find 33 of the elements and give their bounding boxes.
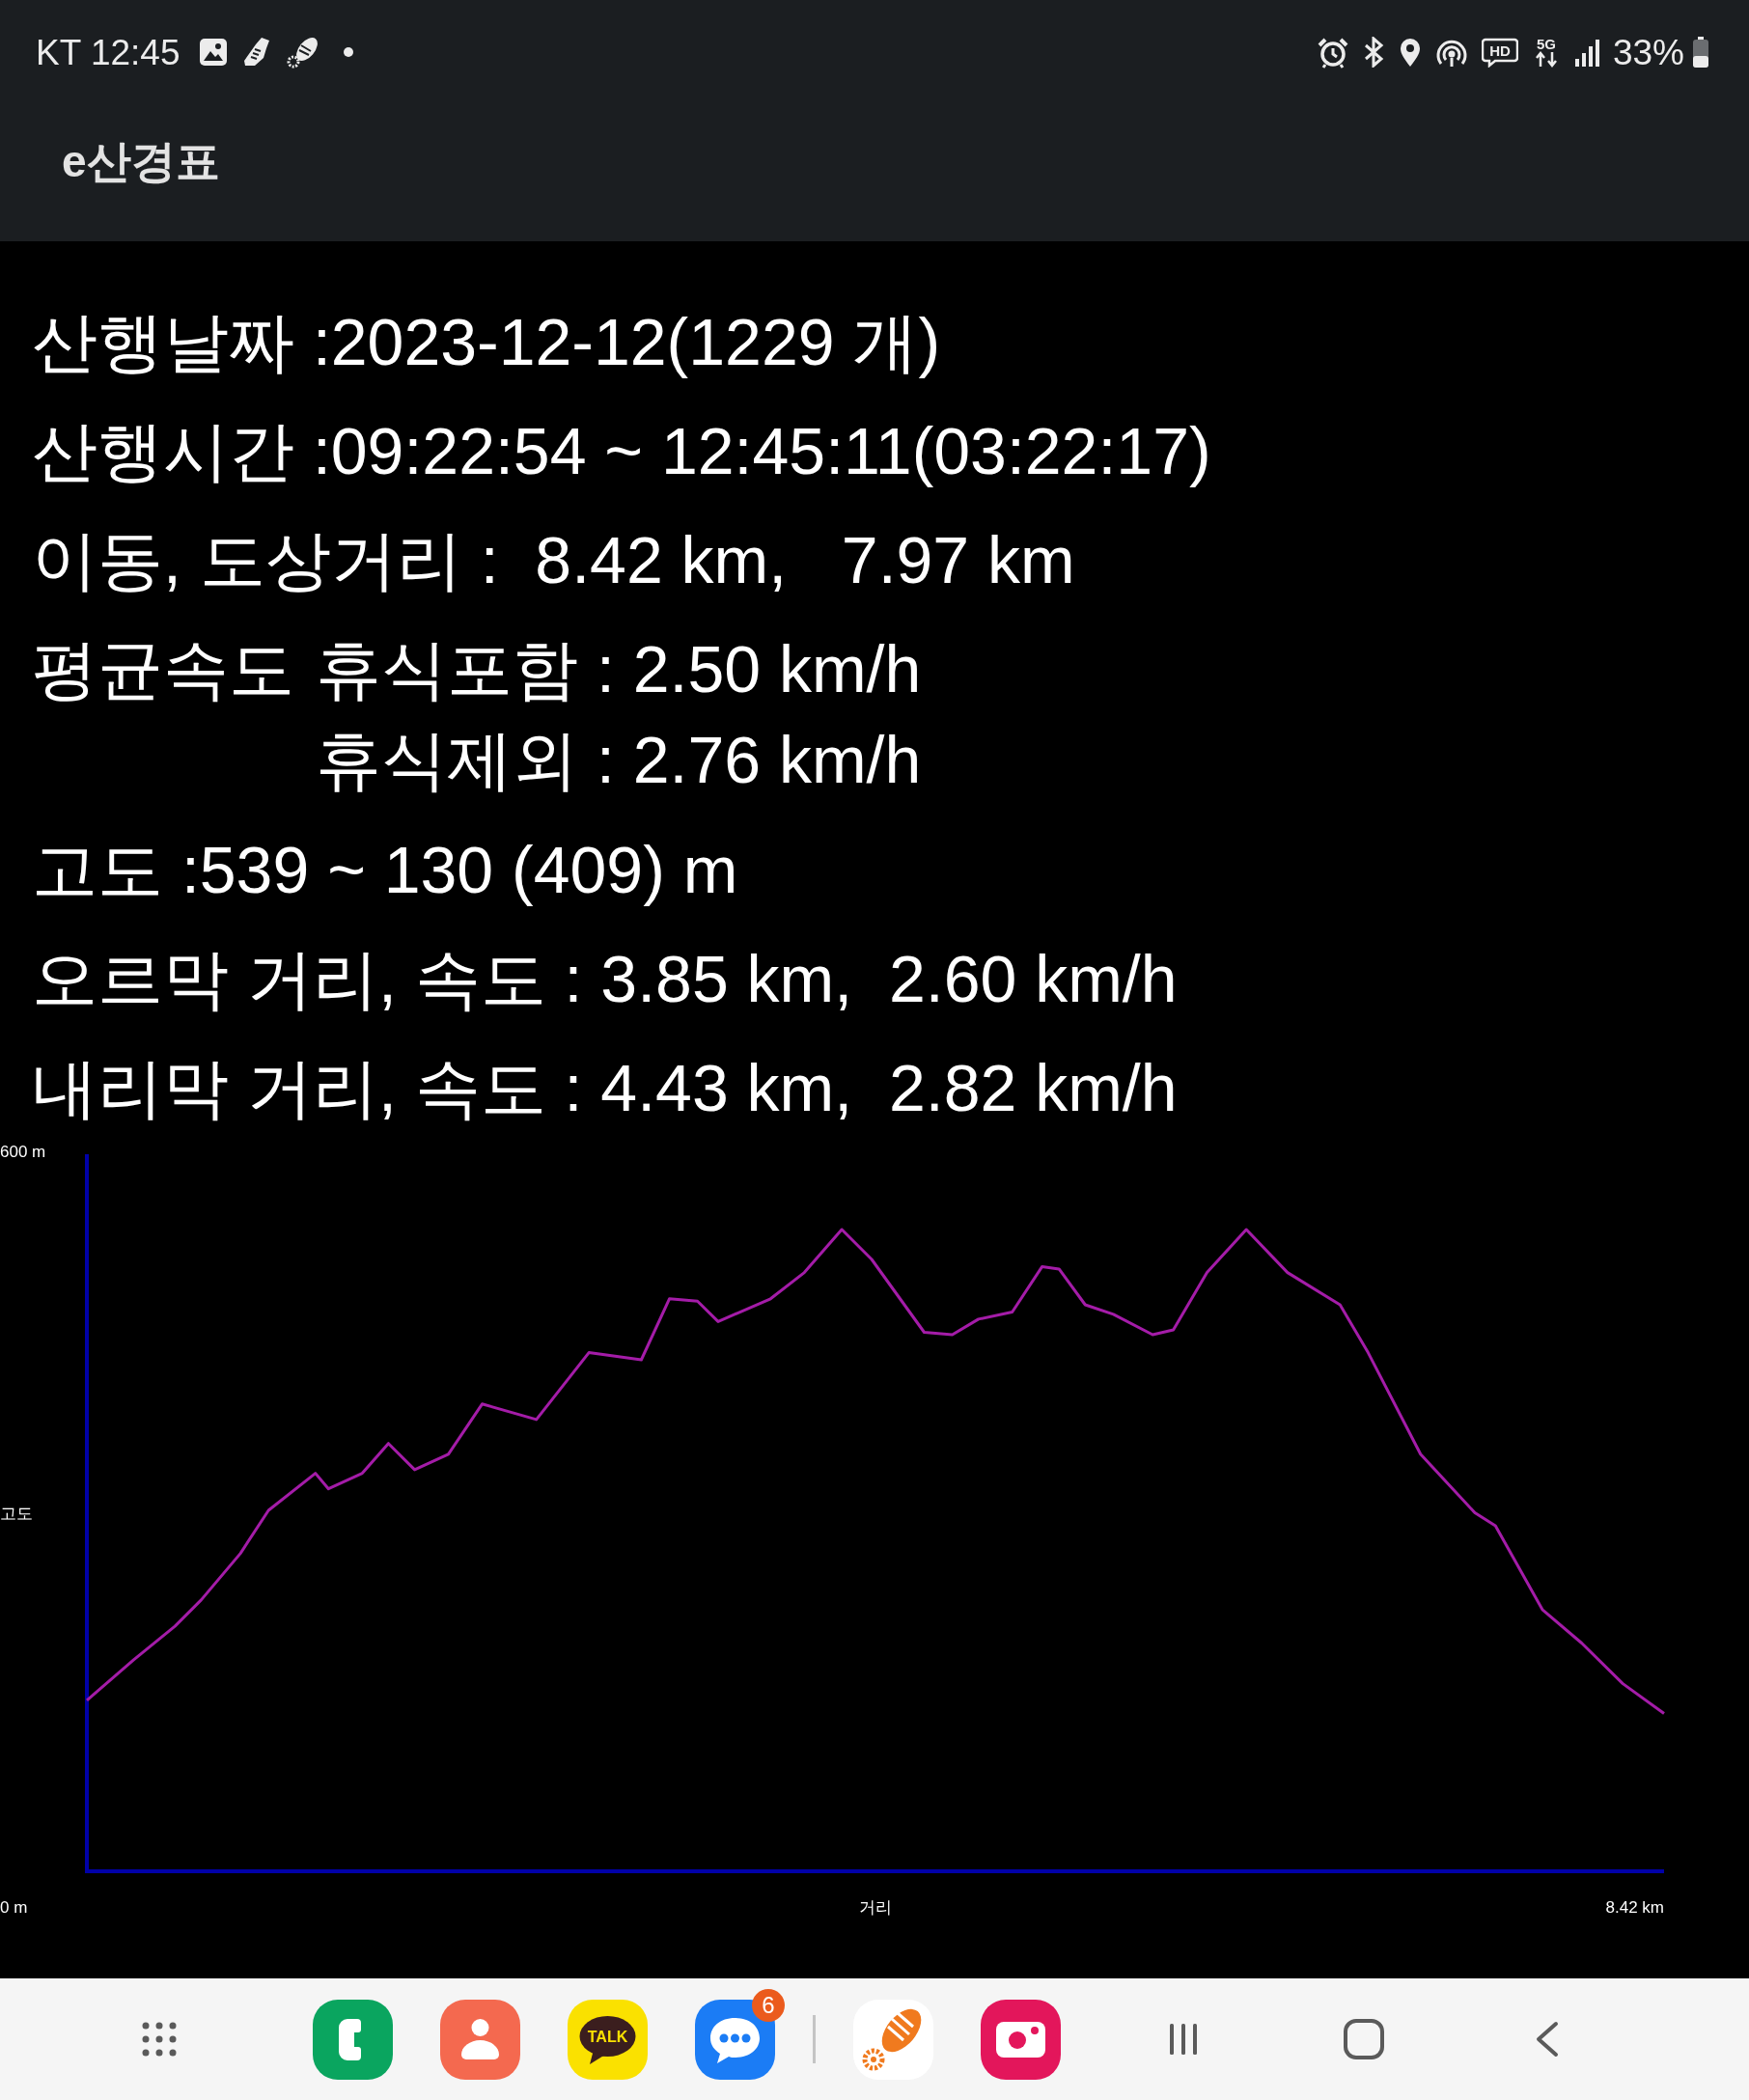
- battery-icon: [1692, 37, 1709, 68]
- signal-icon: [1573, 37, 1599, 68]
- axis-title: 거리: [859, 1898, 892, 1917]
- footprint-icon[interactable]: [853, 1999, 933, 2080]
- hd-icon: HD: [1481, 37, 1518, 68]
- notification-count: 6: [752, 1988, 785, 2022]
- stat-line: 고도 :539 ~ 130 (409) m: [32, 831, 738, 908]
- location-pin-icon: [1398, 37, 1422, 68]
- message-bubble-icon[interactable]: [695, 1999, 775, 2080]
- stat-line: 내리막 거리, 속도 : 4.43 km, 2.82 km/h: [32, 1049, 1178, 1126]
- axis-label: 600 m: [0, 1143, 46, 1161]
- alarm-icon: [1317, 36, 1348, 69]
- stat-line: 휴식제외 : 2.76 km/h: [316, 722, 922, 799]
- status-time: KT 12:45: [36, 34, 180, 70]
- stat-label: 평균속도: [32, 631, 294, 708]
- phone-icon[interactable]: [313, 1999, 393, 2080]
- stat-line: 산행날짜 :2023-12-12(1229 개): [32, 303, 941, 380]
- app-title: e산경표: [62, 139, 220, 183]
- axis-label: 0 m: [0, 1898, 28, 1917]
- image-icon: [199, 38, 229, 67]
- stat-line: 이동, 도상거리 : 8.42 km, 7.97 km: [32, 521, 1075, 598]
- speech-bubble-icon[interactable]: TALK: [568, 1999, 648, 2080]
- camera-icon[interactable]: [981, 1999, 1061, 2080]
- home-icon[interactable]: [1343, 2018, 1385, 2060]
- person-icon[interactable]: [440, 1999, 520, 2080]
- stat-line: 산행시간 :09:22:54 ~ 12:45:11(03:22:17): [32, 412, 1211, 489]
- stat-line: 휴식포함 : 2.50 km/h: [316, 631, 922, 708]
- apps-grid-icon[interactable]: [140, 2020, 179, 2059]
- stat-line: 오르막 거리, 속도 : 3.85 km, 2.60 km/h: [32, 940, 1178, 1017]
- axis-label: 8.42 km: [1605, 1898, 1664, 1917]
- battery-percent: 33%: [1612, 34, 1684, 70]
- dot-icon: [344, 47, 354, 57]
- axis-title: 고도: [0, 1504, 33, 1523]
